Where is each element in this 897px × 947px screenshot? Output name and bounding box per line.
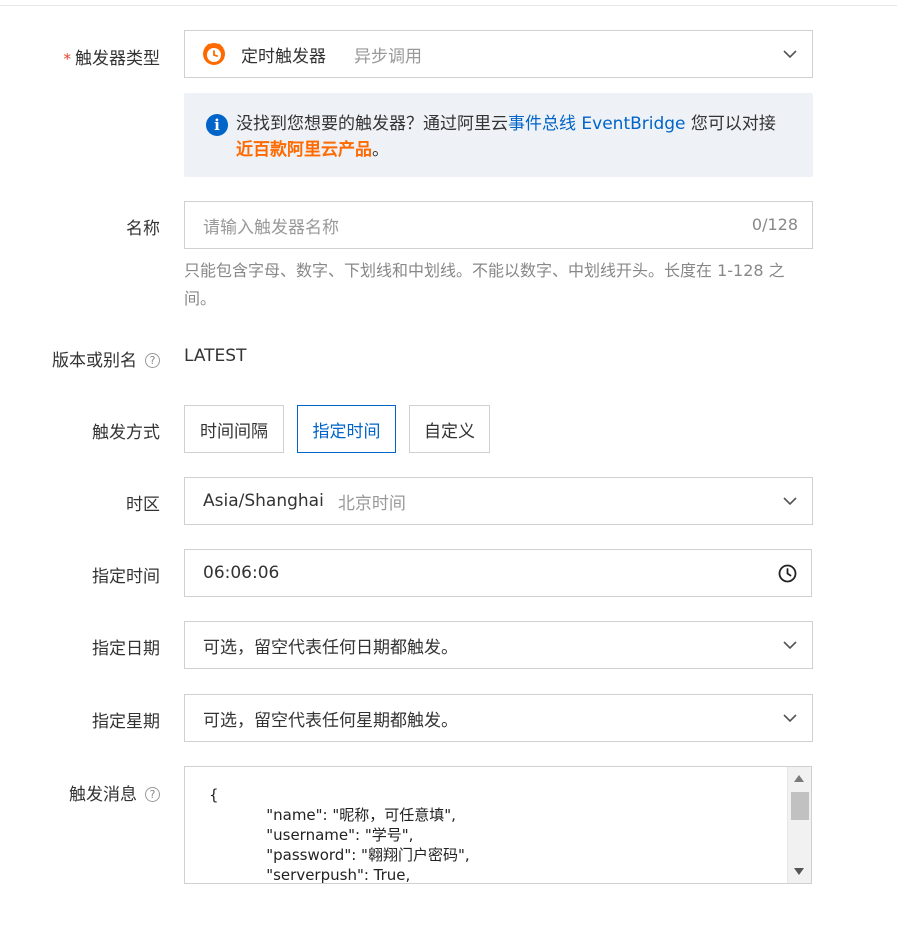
timezone-value: Asia/Shanghai [203,491,324,511]
mode-custom-button[interactable]: 自定义 [409,405,490,453]
name-input[interactable]: 请输入触发器名称 0/128 [184,201,813,249]
help-icon[interactable]: ? [145,352,160,368]
time-picker-input[interactable]: 06:06:06 [184,549,812,597]
version-label: 版本或别名? [52,346,160,371]
timezone-sub: 北京时间 [337,493,406,514]
scroll-thumb[interactable] [791,792,809,820]
message-content: { "name": "昵称，可任意填", "username": "学号", "… [209,786,470,884]
eventbridge-info-banner: i 没找到您想要的触发器？通过阿里云事件总线 EventBridge 您可以对接… [184,93,813,177]
trigger-type-label: * 触发器类型 [63,49,161,69]
info-icon: i [206,114,228,136]
timezone-label: 时区 [126,495,160,515]
weekday-placeholder: 可选，留空代表任何星期都触发。 [203,710,458,731]
scroll-down-arrow-icon[interactable] [794,868,804,875]
chevron-down-icon [783,714,797,723]
trigger-type-sub: 异步调用 [354,46,422,67]
time-value: 06:06:06 [203,563,280,583]
message-label: 触发消息? [69,780,160,805]
products-highlight: 近百款阿里云产品 [236,140,372,160]
top-divider [0,5,897,6]
time-label: 指定时间 [92,567,160,587]
chevron-down-icon [783,641,797,650]
scroll-up-arrow-icon[interactable] [794,775,804,782]
name-label: 名称 [126,219,160,239]
name-hint: 只能包含字母、数字、下划线和中划线。不能以数字、中划线开头。长度在 1-128 … [184,261,785,308]
date-placeholder: 可选，留空代表任何日期都触发。 [203,637,458,658]
weekday-label: 指定星期 [92,712,160,732]
name-char-counter: 0/128 [751,215,798,234]
textarea-scrollbar[interactable] [787,767,811,883]
date-label: 指定日期 [92,639,160,659]
version-value: LATEST [184,346,247,366]
timezone-select[interactable]: Asia/Shanghai 北京时间 [184,477,813,525]
date-select[interactable]: 可选，留空代表任何日期都触发。 [184,621,813,669]
mode-specified-time-button[interactable]: 指定时间 [297,405,396,453]
help-icon[interactable]: ? [145,786,160,802]
clock-icon[interactable] [778,564,797,583]
chevron-down-icon [783,50,797,59]
chevron-down-icon [783,497,797,506]
mode-interval-button[interactable]: 时间间隔 [184,405,284,453]
required-mark: * [63,50,72,68]
eventbridge-link[interactable]: 事件总线 EventBridge [508,114,686,134]
trigger-type-value: 定时触发器 [241,46,326,67]
alarm-clock-icon [203,43,225,65]
name-placeholder: 请输入触发器名称 [203,217,339,238]
weekday-select[interactable]: 可选，留空代表任何星期都触发。 [184,694,813,742]
trigger-mode-label: 触发方式 [92,423,160,443]
message-textarea[interactable]: { "name": "昵称，可任意填", "username": "学号", "… [184,766,812,884]
trigger-type-select[interactable]: 定时触发器 异步调用 [184,30,813,78]
